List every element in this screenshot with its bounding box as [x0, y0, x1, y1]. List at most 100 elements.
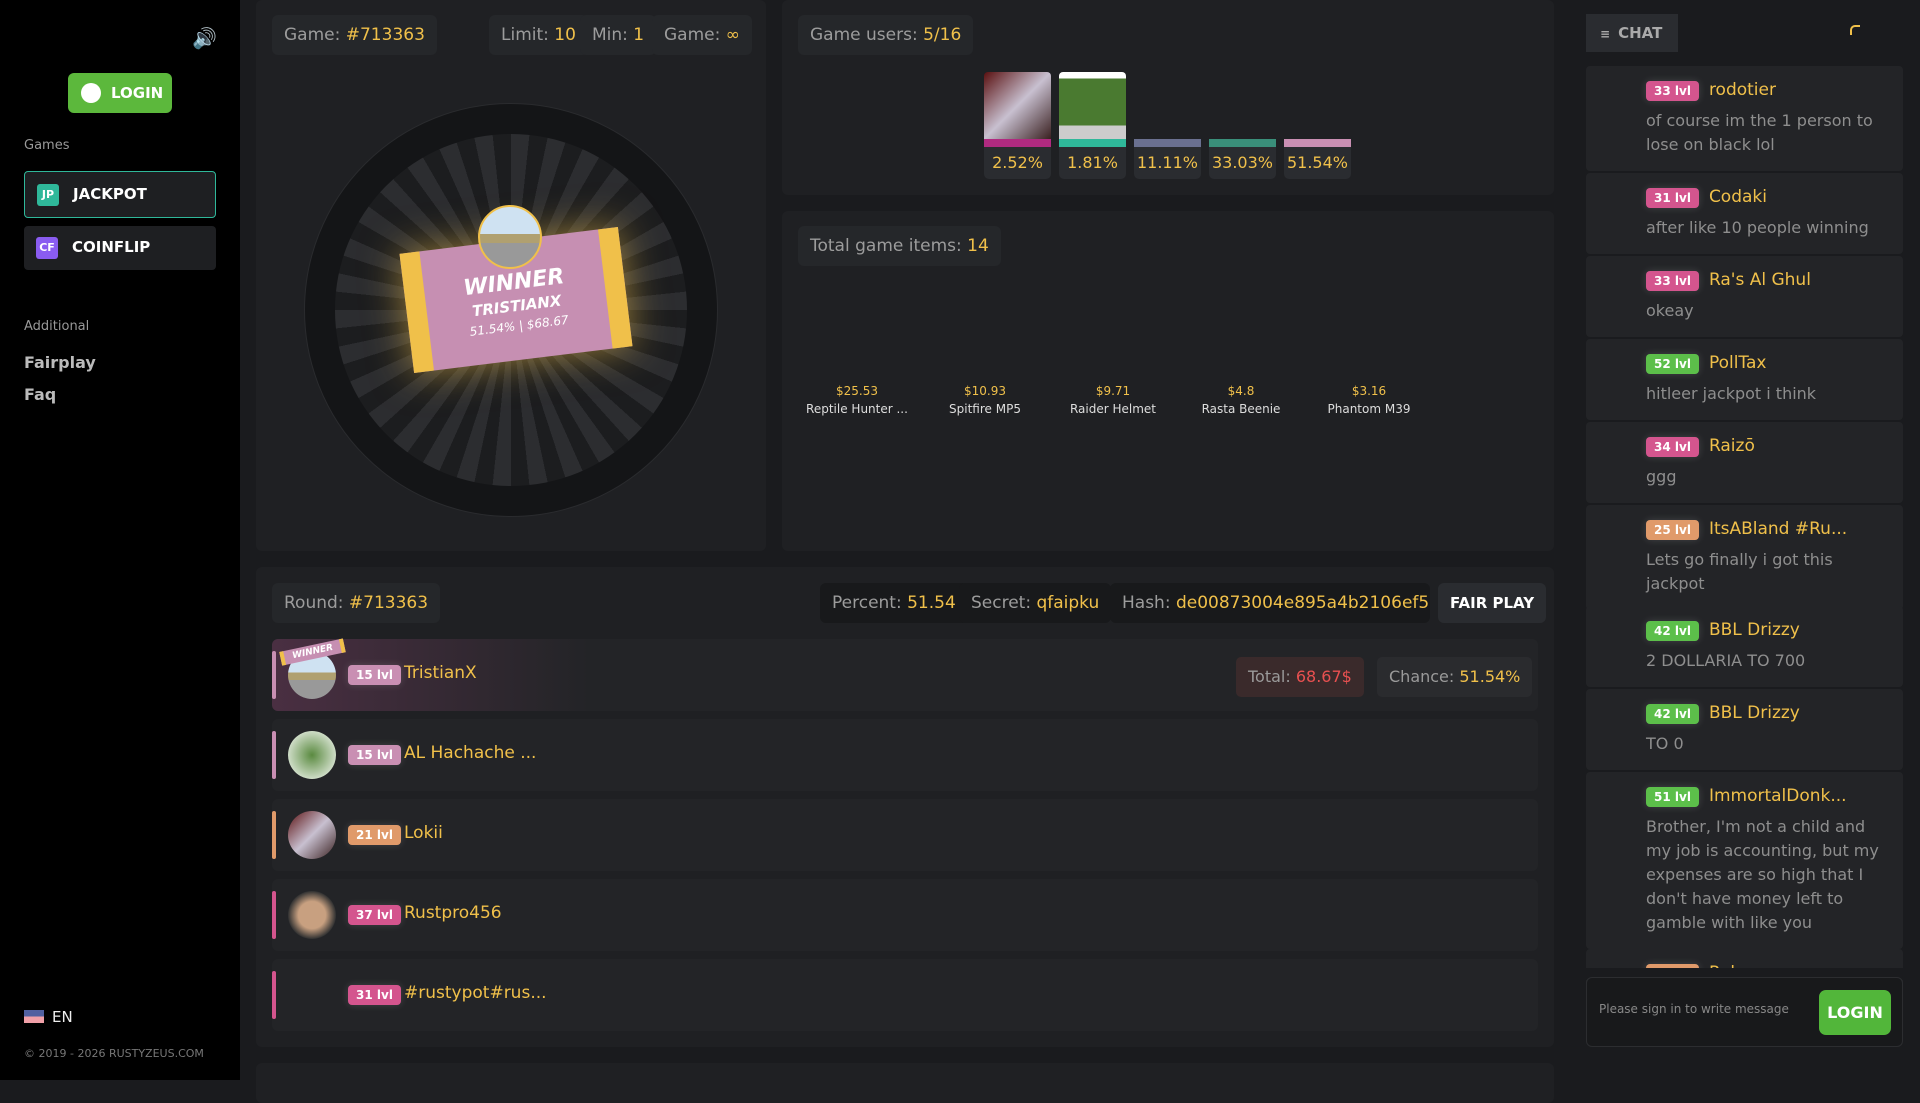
game-user-card[interactable]: 2.52%	[984, 72, 1051, 179]
hash-pill: Hash: de00873004e895a4b2106ef57b7	[1110, 583, 1430, 623]
items-panel: Total game items: 14	[782, 211, 1554, 551]
bottom-panel	[256, 1063, 1554, 1103]
item-price: $9.71	[1095, 384, 1131, 398]
chat-message: 42 lvl BBL Drizzy 2 DOLLARIA TO 700	[1586, 606, 1903, 687]
chat-username[interactable]: BBL Drizzy	[1709, 620, 1800, 640]
item-card[interactable]: $3.16 Phantom M39	[1309, 384, 1429, 416]
chat-username[interactable]: ItsABland #Ru...	[1709, 519, 1847, 539]
chat-message: 25 lvl ItsABland #Ru... Lets go finally i …	[1586, 505, 1903, 610]
login-button[interactable]: LOGIN	[68, 73, 172, 113]
user-color-bar	[1209, 139, 1276, 147]
chat-message: 42 lvl BBL Drizzy TO 0	[1586, 689, 1903, 770]
chance-pill: Chance: 51.54%	[1377, 657, 1533, 697]
user-percent: 33.03%	[1209, 147, 1276, 179]
player-name[interactable]: #rustypot#rus...	[404, 983, 547, 1003]
chat-text: Lets go finally i got this jackpot	[1646, 550, 1833, 593]
game-user-card[interactable]: 1.81%	[1059, 72, 1126, 179]
game-users-pill: Game users: 5/16	[798, 15, 974, 55]
chat-text: Brother, I'm not a child and my job is a…	[1646, 817, 1879, 932]
user-percent: 11.11%	[1134, 147, 1201, 179]
player-color-bar	[272, 891, 276, 939]
chat-text: okeay	[1646, 301, 1694, 320]
player-color-bar	[272, 971, 276, 1019]
user-color-bar	[1059, 139, 1126, 147]
level-badge: 42 lvl	[1646, 621, 1699, 641]
winner-avatar	[478, 205, 542, 269]
total-pill: Total: 68.67$	[1236, 657, 1364, 697]
user-percent: 2.52%	[984, 147, 1051, 179]
chat-username[interactable]: Ra's Al Ghul	[1709, 270, 1811, 290]
player-avatar	[288, 891, 336, 939]
chat-login-button[interactable]: LOGIN	[1819, 990, 1891, 1035]
item-name: Reptile Hunter ...	[806, 402, 908, 416]
sound-icon[interactable]: 🔊	[192, 26, 217, 50]
game-limit-pill: Game: ∞	[652, 15, 752, 55]
steam-icon	[81, 83, 101, 103]
chat-text: TO 0	[1646, 734, 1684, 753]
chat-tab[interactable]: ≡ CHAT	[1586, 14, 1678, 52]
player-name[interactable]: Lokii	[404, 823, 443, 843]
login-label: LOGIN	[111, 84, 164, 102]
language-selector[interactable]: EN	[24, 1008, 73, 1026]
player-row[interactable]: 21 lvl Lokii	[272, 799, 1538, 871]
game-user-card[interactable]: 51.54%	[1284, 72, 1351, 179]
sidebar-item-coinflip[interactable]: CF COINFLIP	[24, 226, 216, 270]
chat-username[interactable]: Raizō	[1709, 436, 1755, 456]
fair-play-button[interactable]: FAIR PLAY	[1438, 583, 1547, 623]
chat-username[interactable]: PollTax	[1709, 353, 1767, 373]
game-user-card[interactable]: 11.11%	[1134, 72, 1201, 179]
user-color-bar	[984, 139, 1051, 147]
jackpot-label: JACKPOT	[73, 185, 147, 203]
chat-username[interactable]: Codaki	[1709, 187, 1767, 207]
user-avatar	[984, 72, 1051, 139]
chat-username[interactable]: rodotier	[1709, 80, 1776, 100]
level-badge: 15 lvl	[348, 745, 401, 765]
chat-input[interactable]: Please sign in to write message	[1599, 1002, 1789, 1016]
chat-message: 33 lvl Ra's Al Ghul okeay	[1586, 256, 1903, 337]
item-name: Raider Helmet	[1069, 402, 1157, 416]
item-price: $3.16	[1351, 384, 1387, 398]
player-row[interactable]: 15 lvl AL Hachache ...	[272, 719, 1538, 791]
game-user-card[interactable]: 33.03%	[1209, 72, 1276, 179]
fairplay-link[interactable]: Fairplay	[24, 353, 96, 372]
level-badge: 33 lvl	[1646, 81, 1699, 101]
item-card[interactable]: $9.71 Raider Helmet	[1053, 384, 1173, 416]
item-price: $25.53	[836, 384, 878, 398]
level-badge: 51 lvl	[1646, 787, 1699, 807]
player-row[interactable]: 37 lvl Rustpro456	[272, 879, 1538, 951]
item-name: Phantom M39	[1327, 402, 1411, 416]
user-color-bar	[1134, 139, 1201, 147]
player-color-bar	[272, 811, 276, 859]
item-card[interactable]: $4.8 Rasta Beenie	[1181, 384, 1301, 416]
chat-text: ggg	[1646, 467, 1677, 486]
level-badge: 33 lvl	[1646, 271, 1699, 291]
player-row[interactable]: 31 lvl #rustypot#rus...	[272, 959, 1538, 1031]
faq-link[interactable]: Faq	[24, 385, 56, 404]
chat-text: hitleer jackpot i think	[1646, 384, 1817, 403]
player-name[interactable]: Rustpro456	[404, 903, 502, 923]
sidebar-item-jackpot[interactable]: JP JACKPOT	[24, 171, 216, 218]
item-name: Rasta Beenie	[1201, 402, 1281, 416]
game-id-pill: Game: #713363	[272, 15, 437, 55]
round-pill: Round: #713363	[272, 583, 441, 623]
item-card[interactable]: $10.93 Spitfire MP5	[925, 384, 1045, 416]
chat-input-box: Please sign in to write message LOGIN	[1586, 977, 1903, 1047]
item-card[interactable]: $25.53 Reptile Hunter ...	[797, 384, 917, 416]
player-name[interactable]: TristianX	[404, 663, 477, 683]
chat-message: 33 lvl rodotier of course im the 1 person …	[1586, 66, 1903, 171]
limit-pill: Limit: 10	[489, 15, 588, 55]
player-color-bar	[272, 651, 276, 699]
level-badge: 42 lvl	[1646, 704, 1699, 724]
item-price: $10.93	[964, 384, 1006, 398]
level-badge: 52 lvl	[1646, 354, 1699, 374]
user-avatar	[1134, 72, 1201, 139]
player-avatar	[288, 811, 336, 859]
chat-message: 31 lvl Codaki after like 10 people winning	[1586, 173, 1903, 254]
chat-username[interactable]: BBL Drizzy	[1709, 703, 1800, 723]
player-name[interactable]: AL Hachache ...	[404, 743, 536, 763]
chat-text: of course im the 1 person to lose on bla…	[1646, 111, 1873, 154]
chat-username[interactable]: ImmortalDonk...	[1709, 786, 1847, 806]
player-color-bar	[272, 731, 276, 779]
list-icon: ≡	[1600, 27, 1611, 41]
secret-pill: Secret: qfaipku	[959, 583, 1112, 623]
